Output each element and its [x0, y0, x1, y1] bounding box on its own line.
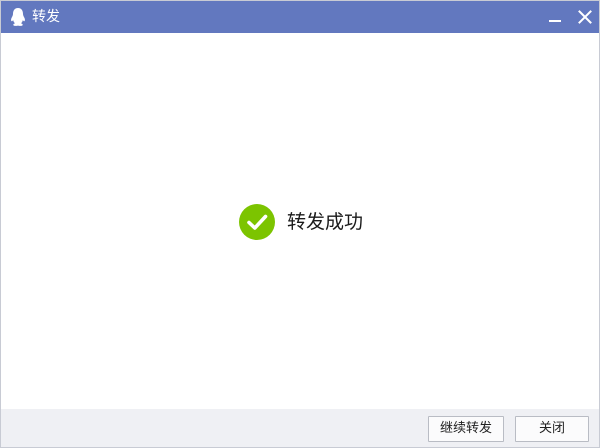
close-icon: [578, 10, 592, 24]
continue-forward-button[interactable]: 继续转发: [428, 416, 504, 442]
minimize-button[interactable]: [544, 6, 566, 28]
forward-dialog-window: 转发 转发成功 继续转发 关闭: [0, 0, 600, 448]
dialog-content: 转发成功: [1, 33, 599, 409]
close-window-button[interactable]: [574, 6, 596, 28]
close-button[interactable]: 关闭: [515, 416, 589, 442]
window-title: 转发: [32, 9, 60, 25]
check-circle-icon: [239, 204, 275, 240]
qq-penguin-icon: [10, 7, 26, 27]
status-message: 转发成功: [287, 211, 364, 233]
forward-result: 转发成功: [239, 204, 363, 240]
title-bar[interactable]: 转发: [1, 1, 599, 33]
dialog-footer: 继续转发 关闭: [1, 409, 599, 447]
minimize-icon: [549, 20, 561, 22]
